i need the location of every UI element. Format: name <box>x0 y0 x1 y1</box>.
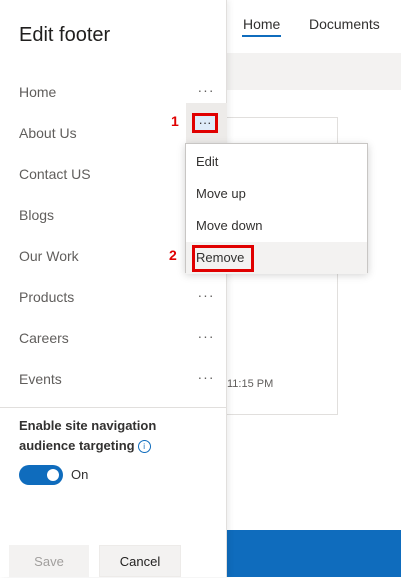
menu-item-label: Move up <box>196 186 246 201</box>
menu-item-move-up[interactable]: Move up <box>186 178 367 210</box>
save-button[interactable]: Save <box>9 545 89 577</box>
more-options-icon[interactable]: ··· <box>196 367 216 387</box>
menu-item-label: Move down <box>196 218 263 233</box>
menu-item-move-down[interactable]: Move down <box>186 210 367 242</box>
more-options-icon[interactable]: ··· <box>196 326 216 346</box>
edit-footer-panel: Edit footer Home ··· About Us ··· Contac… <box>0 0 227 577</box>
nav-item-label: Products <box>19 289 75 305</box>
more-options-icon[interactable]: ··· <box>196 80 216 100</box>
nav-item-label: Careers <box>19 330 69 346</box>
menu-item-remove[interactable]: Remove <box>186 242 367 274</box>
remove-highlight-box <box>192 245 254 272</box>
cancel-button[interactable]: Cancel <box>99 545 181 577</box>
toggle-state-label: On <box>71 467 89 482</box>
more-options-icon[interactable]: ··· <box>192 113 218 133</box>
tab-home[interactable]: Home <box>243 16 280 32</box>
divider <box>0 407 226 408</box>
nav-item-label: Home <box>19 84 57 100</box>
menu-item-label: Edit <box>196 154 219 169</box>
nav-item-events[interactable]: Events ··· <box>0 361 226 402</box>
nav-item-label: Events <box>19 371 62 387</box>
menu-item-edit[interactable]: Edit <box>186 146 367 178</box>
tab-home-underline <box>242 35 281 37</box>
nav-item-products[interactable]: Products ··· <box>0 279 226 320</box>
step-1-marker: 1 <box>171 113 179 129</box>
nav-item-label: Blogs <box>19 207 55 223</box>
nav-item-careers[interactable]: Careers ··· <box>0 320 226 361</box>
info-icon[interactable]: i <box>137 440 151 454</box>
audience-targeting-toggle[interactable] <box>19 465 63 485</box>
tab-documents[interactable]: Documents <box>309 16 380 32</box>
nav-item-label: Contact US <box>19 166 91 182</box>
timestamp: 11:15 PM <box>227 378 274 390</box>
context-menu: Edit Move up Move down Remove <box>185 143 368 274</box>
step-2-marker: 2 <box>169 247 177 263</box>
audience-targeting-text: Enable site navigation audience targetin… <box>19 418 157 453</box>
nav-item-label: Our Work <box>19 248 79 264</box>
audience-targeting-label: Enable site navigation audience targetin… <box>19 416 189 456</box>
nav-item-label: About Us <box>19 125 77 141</box>
footer-banner <box>227 530 401 577</box>
panel-title: Edit footer <box>19 24 111 46</box>
command-bar <box>227 53 401 90</box>
toggle-knob <box>47 469 59 481</box>
more-options-icon[interactable]: ··· <box>196 285 216 305</box>
